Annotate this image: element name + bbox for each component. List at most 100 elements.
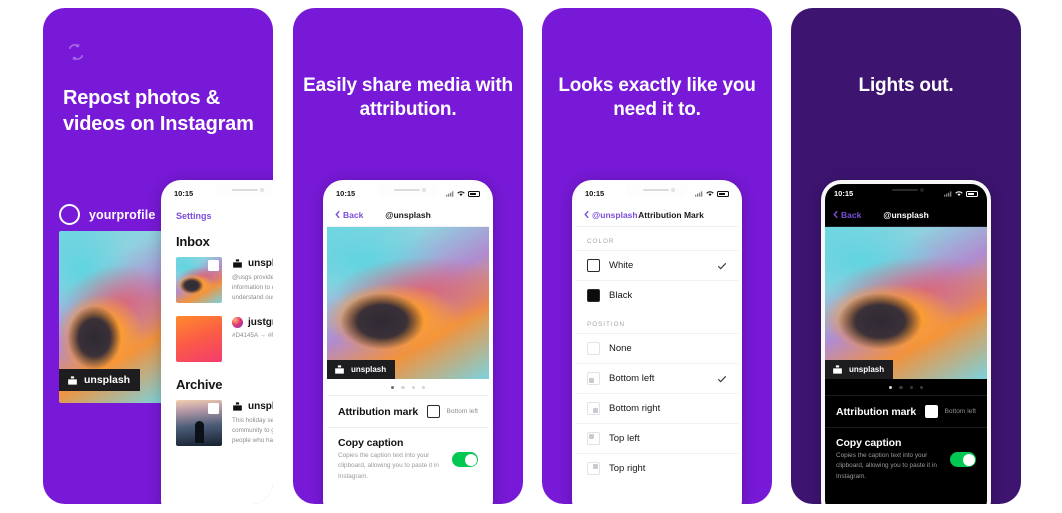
notch [215, 184, 273, 197]
option-label: Black [609, 290, 633, 301]
speaker-icon [642, 188, 669, 191]
notch [626, 184, 688, 197]
screenshot-panel-3[interactable]: Looks exactly like you need it to. 10:15 [542, 8, 772, 504]
option-subtitle: Copies the caption text into your clipbo… [338, 452, 439, 480]
item-body: unsplash @usgs provides re information t… [232, 257, 273, 304]
phone-mockup-3: 10:15 @unsplash Attribution Mark COLOR W… [572, 180, 742, 504]
option-title: Attribution mark [836, 405, 917, 418]
carousel-dot[interactable] [411, 386, 415, 390]
carousel-dots[interactable] [327, 379, 489, 395]
cellular-icon [695, 190, 703, 197]
option-position-top-left[interactable]: Top left [576, 423, 738, 453]
chevron-left-icon [335, 210, 340, 219]
carousel-dot[interactable] [401, 386, 405, 390]
unsplash-icon [833, 365, 842, 374]
item-user: justgra [232, 316, 273, 328]
carousel-dot[interactable] [899, 386, 903, 390]
phone-screen-detail: 10:15 Back @unsplash unsplash Attributio… [327, 184, 489, 504]
artwork [327, 227, 489, 379]
option-position-bottom-right[interactable]: Bottom right [576, 393, 738, 423]
copy-caption-toggle[interactable] [452, 452, 478, 468]
panel-headline: Lights out. [858, 75, 954, 96]
phone-screen-detail-dark: 10:15 Back @unsplash unsplash Attributio… [825, 184, 987, 504]
screenshot-gallery: Repost photos & videos on Instagram your… [0, 0, 1062, 513]
back-button[interactable]: Back [833, 210, 861, 220]
checkmark-icon [717, 262, 727, 270]
list-item[interactable]: unsplas This holiday seaso community to … [165, 397, 273, 456]
media-preview[interactable]: unsplash [825, 227, 987, 379]
back-button[interactable]: Back [335, 210, 363, 220]
item-thumbnail [176, 315, 222, 362]
artwork [825, 227, 987, 379]
option-control[interactable]: Bottom left [925, 405, 976, 419]
section-title-inbox: Inbox [176, 234, 210, 249]
item-desc-line: information to dec [232, 284, 273, 292]
section-title-archive: Archive [176, 376, 223, 392]
speaker-icon [393, 188, 420, 191]
chevron-left-icon [833, 210, 838, 219]
option-position-top-right[interactable]: Top right [576, 453, 738, 483]
option-label: None [609, 343, 632, 354]
status-bar: 10:15 [576, 184, 738, 203]
option-title: Attribution mark [338, 405, 419, 418]
item-thumbnail [176, 399, 222, 446]
item-desc-line: This holiday seaso [232, 416, 273, 424]
carousel-dots[interactable] [825, 379, 987, 395]
status-time: 10:15 [336, 189, 356, 198]
phone-mockup-2: 10:15 Back @unsplash unsplash Attributio… [323, 180, 493, 504]
chevron-left-icon [584, 210, 589, 219]
item-body: justgra #D4145A → #FBB [232, 316, 273, 362]
screenshot-panel-4[interactable]: Lights out. 10:15 Back @unsplash unsplas… [791, 8, 1021, 504]
option-position-none[interactable]: None [576, 333, 738, 363]
option-control[interactable] [950, 452, 976, 468]
option-attribution-mark[interactable]: Attribution mark Bottom left [327, 395, 489, 427]
item-desc-line: @usgs provides re [232, 274, 273, 281]
carousel-dot[interactable] [391, 386, 395, 390]
option-attribution-mark[interactable]: Attribution mark Bottom left [825, 395, 987, 427]
back-button[interactable]: @unsplash [584, 210, 638, 220]
camera-icon [920, 188, 924, 192]
carousel-dot[interactable] [919, 386, 923, 390]
option-control[interactable]: Bottom left [427, 405, 478, 419]
profile-ring-icon [59, 204, 80, 225]
item-user: unsplas [232, 401, 273, 412]
swatch-bottom-left-icon [587, 372, 600, 385]
option-copy-caption[interactable]: Copy caption Copies the caption text int… [327, 427, 489, 491]
copy-caption-toggle[interactable] [950, 452, 976, 468]
nav-bar: @unsplash Attribution Mark [576, 203, 738, 227]
battery-icon [468, 190, 480, 197]
back-label: Back [841, 209, 862, 220]
option-position-bottom-left[interactable]: Bottom left [576, 363, 738, 393]
carousel-dot[interactable] [889, 386, 893, 390]
option-color-black[interactable]: Black [576, 280, 738, 310]
option-control[interactable] [452, 452, 478, 468]
option-color-white[interactable]: White [576, 250, 738, 280]
camera-icon [671, 188, 675, 192]
item-desc-line: understand our Ea [232, 294, 273, 302]
status-bar: 10:15 [825, 184, 987, 203]
back-label: @unsplash [592, 209, 638, 220]
phone-screen-inbox: 10:15 Settings Inbox unsp @usgs provide … [165, 184, 273, 504]
attribution-chip-label: unsplash [84, 374, 131, 386]
swatch-black-icon [587, 289, 600, 302]
wifi-icon [457, 191, 465, 196]
swatch-white-icon [587, 259, 600, 272]
carousel-dot[interactable] [909, 386, 913, 390]
attribution-checkbox[interactable] [925, 405, 939, 419]
attribution-checkbox[interactable] [427, 405, 441, 419]
speaker-icon [231, 188, 258, 191]
option-copy-caption[interactable]: Copy caption Copies the caption text int… [825, 427, 987, 491]
option-label: Top right [609, 463, 646, 474]
option-label: Bottom right [609, 403, 661, 414]
settings-link[interactable]: Settings [176, 211, 212, 221]
screenshot-panel-2[interactable]: Easily share media with attribution. 10:… [293, 8, 523, 504]
camera-icon [260, 188, 264, 192]
list-item[interactable]: unsplash @usgs provides re information t… [165, 254, 273, 313]
attribution-chip-label: unsplash [849, 365, 885, 374]
carousel-dot[interactable] [421, 386, 425, 390]
list-item[interactable]: justgra #D4145A → #FBB [165, 313, 273, 371]
checkmark-icon [717, 375, 727, 383]
media-preview[interactable]: unsplash [327, 227, 489, 379]
screenshot-panel-1[interactable]: Repost photos & videos on Instagram your… [43, 8, 273, 504]
hero-photo: unsplash [59, 231, 163, 403]
